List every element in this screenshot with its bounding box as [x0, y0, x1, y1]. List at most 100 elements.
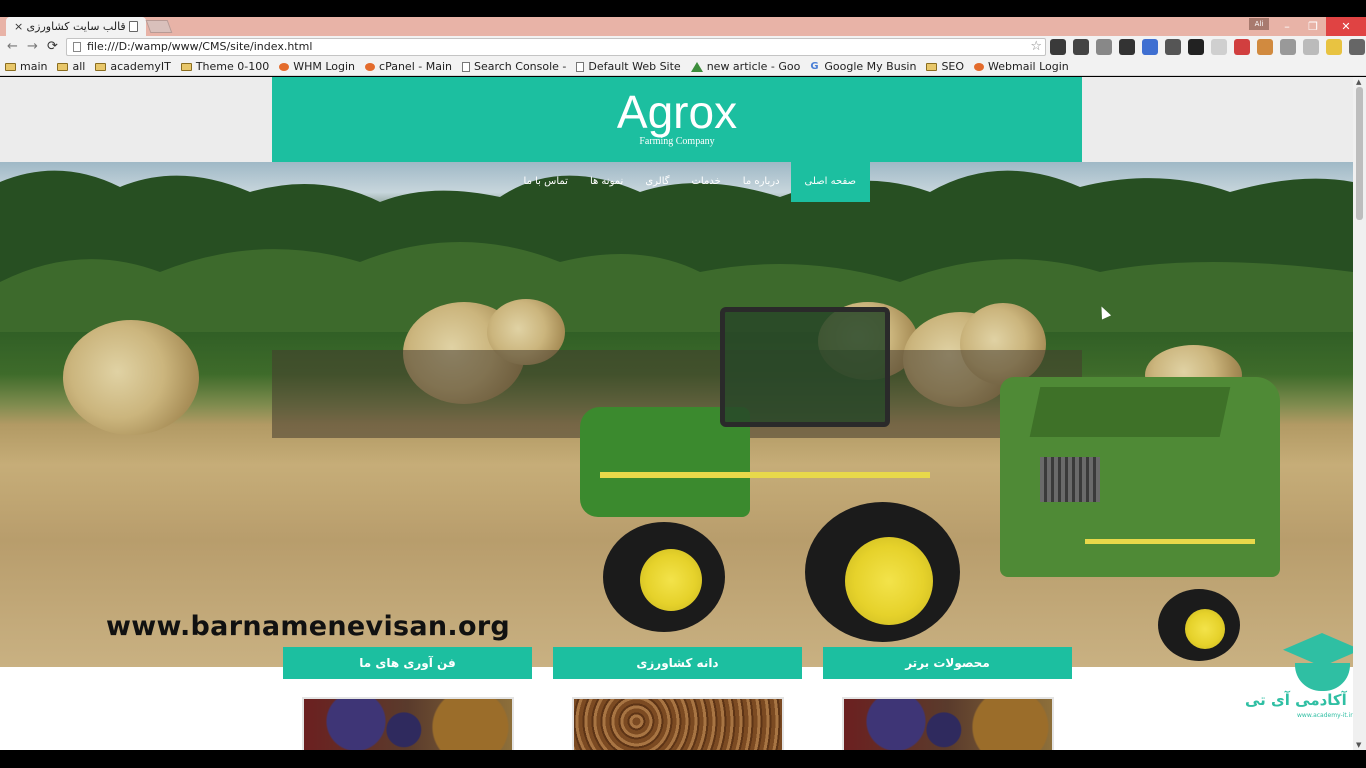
- extension-icon[interactable]: [1349, 39, 1365, 55]
- watermark-text: www.barnamenevisan.org: [106, 611, 511, 642]
- forward-icon[interactable]: →: [27, 39, 38, 54]
- extension-icon[interactable]: [1050, 39, 1066, 55]
- bookmark-item[interactable]: new article - Goo: [690, 60, 801, 73]
- card-image-beans[interactable]: [572, 697, 784, 750]
- menu-item[interactable]: درباره ما: [732, 162, 791, 202]
- browser-tab[interactable]: قالب سایت کشاورزی ×: [6, 17, 146, 36]
- bookmarks-bar: main all academyIT Theme 0-100 WHM Login cPan…: [0, 58, 1366, 76]
- extension-icon[interactable]: [1211, 39, 1227, 55]
- extension-icon[interactable]: [1326, 39, 1342, 55]
- menu-item[interactable]: تماس با ما: [513, 162, 579, 202]
- academy-logo-text: آکادمی آی تی: [1245, 691, 1347, 709]
- card-title[interactable]: محصولات برتر: [823, 647, 1072, 679]
- folder-icon: [57, 62, 69, 71]
- scrollbar-thumb[interactable]: [1356, 87, 1363, 220]
- menu-item[interactable]: گالری: [634, 162, 680, 202]
- card-image-fruit[interactable]: [302, 697, 514, 750]
- bookmark-label: Google My Busin: [824, 60, 917, 73]
- reload-icon[interactable]: ⟳: [47, 39, 58, 54]
- tab-close-icon[interactable]: ×: [14, 20, 23, 33]
- card-image-fruit[interactable]: [842, 697, 1054, 750]
- bookmark-label: WHM Login: [293, 60, 356, 73]
- page-icon: [129, 21, 138, 32]
- page-viewport: Agrox Farming Company صفحه اصلی درباره ما…: [0, 77, 1353, 750]
- bookmark-item[interactable]: all: [57, 60, 85, 73]
- bookmark-label: new article - Goo: [706, 60, 801, 73]
- bookmark-item[interactable]: cPanel - Main: [365, 60, 452, 73]
- cpanel-icon: [974, 62, 985, 71]
- extension-icon[interactable]: [1165, 39, 1181, 55]
- menu-item[interactable]: خدمات: [681, 162, 732, 202]
- cpanel-icon: [279, 62, 290, 71]
- extension-icon[interactable]: [1234, 39, 1250, 55]
- extension-icon[interactable]: [1096, 39, 1112, 55]
- bookmark-label: Webmail Login: [988, 60, 1069, 73]
- bookmark-item[interactable]: Webmail Login: [974, 60, 1069, 73]
- bookmark-item[interactable]: Default Web Site: [576, 60, 681, 73]
- scroll-down-icon[interactable]: ▼: [1356, 741, 1361, 749]
- close-window-button[interactable]: ✕: [1326, 17, 1366, 36]
- card-title[interactable]: فن آوری های ما: [283, 647, 532, 679]
- academy-logo: آکادمی آی تی www.academy-it.ir: [1245, 633, 1353, 728]
- bookmark-item[interactable]: academyIT: [95, 60, 171, 73]
- console-icon: [461, 61, 470, 72]
- cpanel-icon: [365, 62, 376, 71]
- extension-icon[interactable]: [1303, 39, 1319, 55]
- folder-icon: [5, 62, 16, 71]
- maximize-button[interactable]: ❐: [1300, 17, 1326, 36]
- main-menu: صفحه اصلی درباره ما خدمات گالری نمونه ها تماس…: [490, 162, 870, 202]
- extension-icon[interactable]: [1119, 39, 1135, 55]
- baler-stripe: [1085, 539, 1255, 544]
- extensions-bar: [1050, 39, 1365, 55]
- bookmark-label: Search Console -: [473, 60, 567, 73]
- bookmark-item[interactable]: G Google My Busin: [810, 60, 916, 73]
- extension-icon[interactable]: [1073, 39, 1089, 55]
- profile-badge[interactable]: Ali: [1249, 18, 1269, 30]
- bookmark-label: academyIT: [110, 60, 171, 73]
- new-tab-button[interactable]: [145, 20, 173, 33]
- bookmark-label: SEO: [941, 60, 965, 73]
- extension-icon[interactable]: [1257, 39, 1273, 55]
- wheel-rim: [1185, 609, 1225, 649]
- bookmark-label: Default Web Site: [588, 60, 681, 73]
- bookmark-label: main: [20, 60, 48, 73]
- window-controls: – ❐ ✕: [1274, 17, 1366, 36]
- bookmark-item[interactable]: main: [5, 60, 47, 73]
- academy-logo-url: www.academy-it.ir: [1297, 712, 1353, 719]
- extension-icon[interactable]: [1142, 39, 1158, 55]
- bookmark-label: all: [72, 60, 86, 73]
- baler-top: [1029, 387, 1231, 437]
- page-icon: [576, 61, 585, 72]
- site-tagline: Farming Company: [639, 136, 715, 147]
- taskbar: [0, 750, 1366, 768]
- address-bar[interactable]: file:///D:/wamp/www/CMS/site/index.html …: [66, 38, 1046, 56]
- bookmark-item[interactable]: Search Console -: [461, 60, 567, 73]
- bookmark-label: cPanel - Main: [379, 60, 452, 73]
- bookmark-item[interactable]: WHM Login: [279, 60, 355, 73]
- card-title[interactable]: دانه کشاورزی: [553, 647, 802, 679]
- menu-item[interactable]: صفحه اصلی: [790, 162, 870, 202]
- site-logo[interactable]: Agrox: [272, 89, 1082, 135]
- folder-icon: [180, 62, 192, 71]
- bookmark-star-icon[interactable]: ☆: [1030, 39, 1042, 55]
- bookmark-item[interactable]: Theme 0-100: [180, 60, 270, 73]
- site-header: Agrox Farming Company: [272, 77, 1082, 162]
- tractor-cab: [720, 307, 890, 427]
- extension-icon[interactable]: [1280, 39, 1296, 55]
- menu-item[interactable]: نمونه ها: [579, 162, 634, 202]
- google-icon: G: [810, 60, 819, 72]
- wheel-rim: [845, 537, 933, 625]
- back-icon[interactable]: ←: [7, 39, 18, 54]
- file-icon: [73, 42, 81, 52]
- drive-icon: [690, 61, 703, 72]
- tab-strip: [0, 17, 1366, 36]
- minimize-button[interactable]: –: [1274, 17, 1300, 36]
- extension-icon[interactable]: [1188, 39, 1204, 55]
- vertical-scrollbar[interactable]: ▲ ▼: [1353, 77, 1366, 750]
- bookmark-item[interactable]: SEO: [926, 60, 964, 73]
- tractor-stripe: [600, 472, 930, 478]
- folder-icon: [95, 62, 107, 71]
- scroll-up-icon[interactable]: ▲: [1356, 78, 1361, 86]
- bookmark-label: Theme 0-100: [195, 60, 270, 73]
- tab-title: قالب سایت کشاورزی: [26, 20, 126, 33]
